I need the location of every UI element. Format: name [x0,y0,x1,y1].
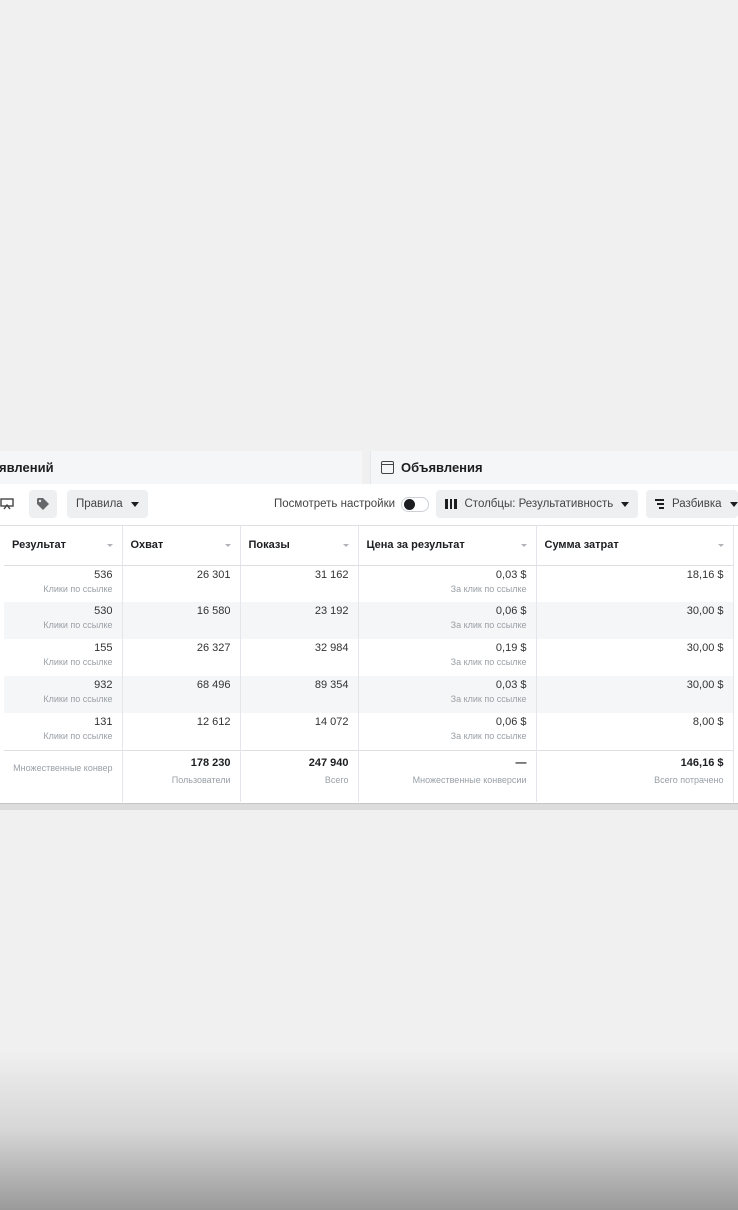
totals-row: Множественные конвер 178 230 Пользователи… [4,749,734,802]
sort-icon[interactable] [342,544,349,547]
cell-reach: 26 327 [122,639,241,676]
table-header-row: Результат Охват Показы Цена за результат… [4,526,734,566]
cell-result: 536 Клики по ссылке [4,565,123,602]
tag-icon [37,498,49,510]
cell-cost-per-result: 0,06 $ За клик по ссылке [358,602,537,639]
total-result: Множественные конвер [4,749,123,802]
cell-cost-per-result: 0,19 $ За клик по ссылке [358,639,537,676]
total-cost-per-result: — Множественные конверсии [358,749,537,802]
column-header-label: Показы [248,539,290,552]
table-bottom-border [0,803,738,810]
cell-amount-spent: 18,16 $ [536,565,734,602]
cell-amount-spent: 30,00 $ [536,676,734,713]
cell-impressions: 32 984 [240,639,359,676]
rules-label: Правила [76,498,123,510]
preview-button[interactable] [0,490,20,518]
tab-ads[interactable]: Объявления [370,451,738,484]
cell-reach: 16 580 [122,602,241,639]
rules-dropdown[interactable]: Правила [67,490,148,518]
calendar-icon [381,461,394,474]
table-row[interactable]: 530 Клики по ссылке 16 580 23 192 0,06 $ З… [4,602,734,639]
total-reach: 178 230 Пользователи [122,749,241,802]
cell-reach: 12 612 [122,713,241,750]
column-header-cost-per-result[interactable]: Цена за результат [358,526,537,566]
cell-cost-per-result: 0,06 $ За клик по ссылке [358,713,537,750]
sort-icon[interactable] [106,544,113,547]
sort-icon[interactable] [224,544,231,547]
column-header-amount-spent[interactable]: Сумма затрат [536,526,734,566]
columns-dropdown[interactable]: Столбцы: Результативность [436,490,639,518]
cell-cost-per-result: 0,03 $ За клик по ссылке [358,676,537,713]
table-row[interactable]: 932 Клики по ссылке 68 496 89 354 0,03 $ З… [4,676,734,713]
cell-impressions: 14 072 [240,713,359,750]
sort-icon[interactable] [520,544,527,547]
total-impressions: 247 940 Всего [240,749,359,802]
tab-ads-label: Объявления [401,460,483,475]
cell-reach: 26 301 [122,565,241,602]
tab-ad-sets-label: явлений [0,460,54,475]
results-table: Результат Охват Показы Цена за результат… [0,525,738,804]
cell-cost-per-result: 0,03 $ За клик по ссылке [358,565,537,602]
chevron-down-icon [130,501,139,507]
table-row[interactable]: 155 Клики по ссылке 26 327 32 984 0,19 $ З… [4,639,734,676]
column-header-label: Цена за результат [366,539,465,552]
level-tabs: явлений Объявления [0,451,738,484]
cell-impressions: 89 354 [240,676,359,713]
columns-icon [445,499,457,509]
cell-result: 131 Клики по ссылке [4,713,123,750]
view-settings: Посмотреть настройки [274,490,430,518]
table-row[interactable]: 536 Клики по ссылке 26 301 31 162 0,03 $ З… [4,565,734,602]
tab-ad-sets[interactable]: явлений [0,451,362,484]
chevron-down-icon [621,501,630,507]
view-settings-toggle[interactable] [401,496,430,512]
tags-button[interactable] [29,490,57,518]
cell-impressions: 31 162 [240,565,359,602]
cell-amount-spent: 30,00 $ [536,639,734,676]
column-header-label: Охват [130,539,164,552]
columns-label: Столбцы: Результативность [464,498,614,510]
cell-amount-spent: 8,00 $ [536,713,734,750]
column-header-result[interactable]: Результат [4,526,123,566]
toolbar: Правила Посмотреть настройки Столбцы: Ре… [0,484,738,525]
cell-amount-spent: 30,00 $ [536,602,734,639]
column-header-label: Сумма затрат [544,539,619,552]
cell-result: 932 Клики по ссылке [4,676,123,713]
cell-result: 530 Клики по ссылке [4,602,123,639]
view-settings-label: Посмотреть настройки [274,498,396,510]
total-amount-spent: 146,16 $ Всего потрачено [536,749,734,802]
table-row[interactable]: 131 Клики по ссылке 12 612 14 072 0,06 $ З… [4,713,734,750]
breakdown-dropdown[interactable]: Разбивка [646,490,738,518]
cell-impressions: 23 192 [240,602,359,639]
breakdown-icon [655,498,664,510]
sort-icon[interactable] [717,544,724,547]
column-header-impressions[interactable]: Показы [240,526,359,566]
cell-reach: 68 496 [122,676,241,713]
breakdown-label: Разбивка [672,498,722,510]
chevron-down-icon [729,501,738,507]
preview-icon [0,498,14,510]
cell-result: 155 Клики по ссылке [4,639,123,676]
column-header-label: Результат [12,539,67,552]
column-header-reach[interactable]: Охват [122,526,241,566]
